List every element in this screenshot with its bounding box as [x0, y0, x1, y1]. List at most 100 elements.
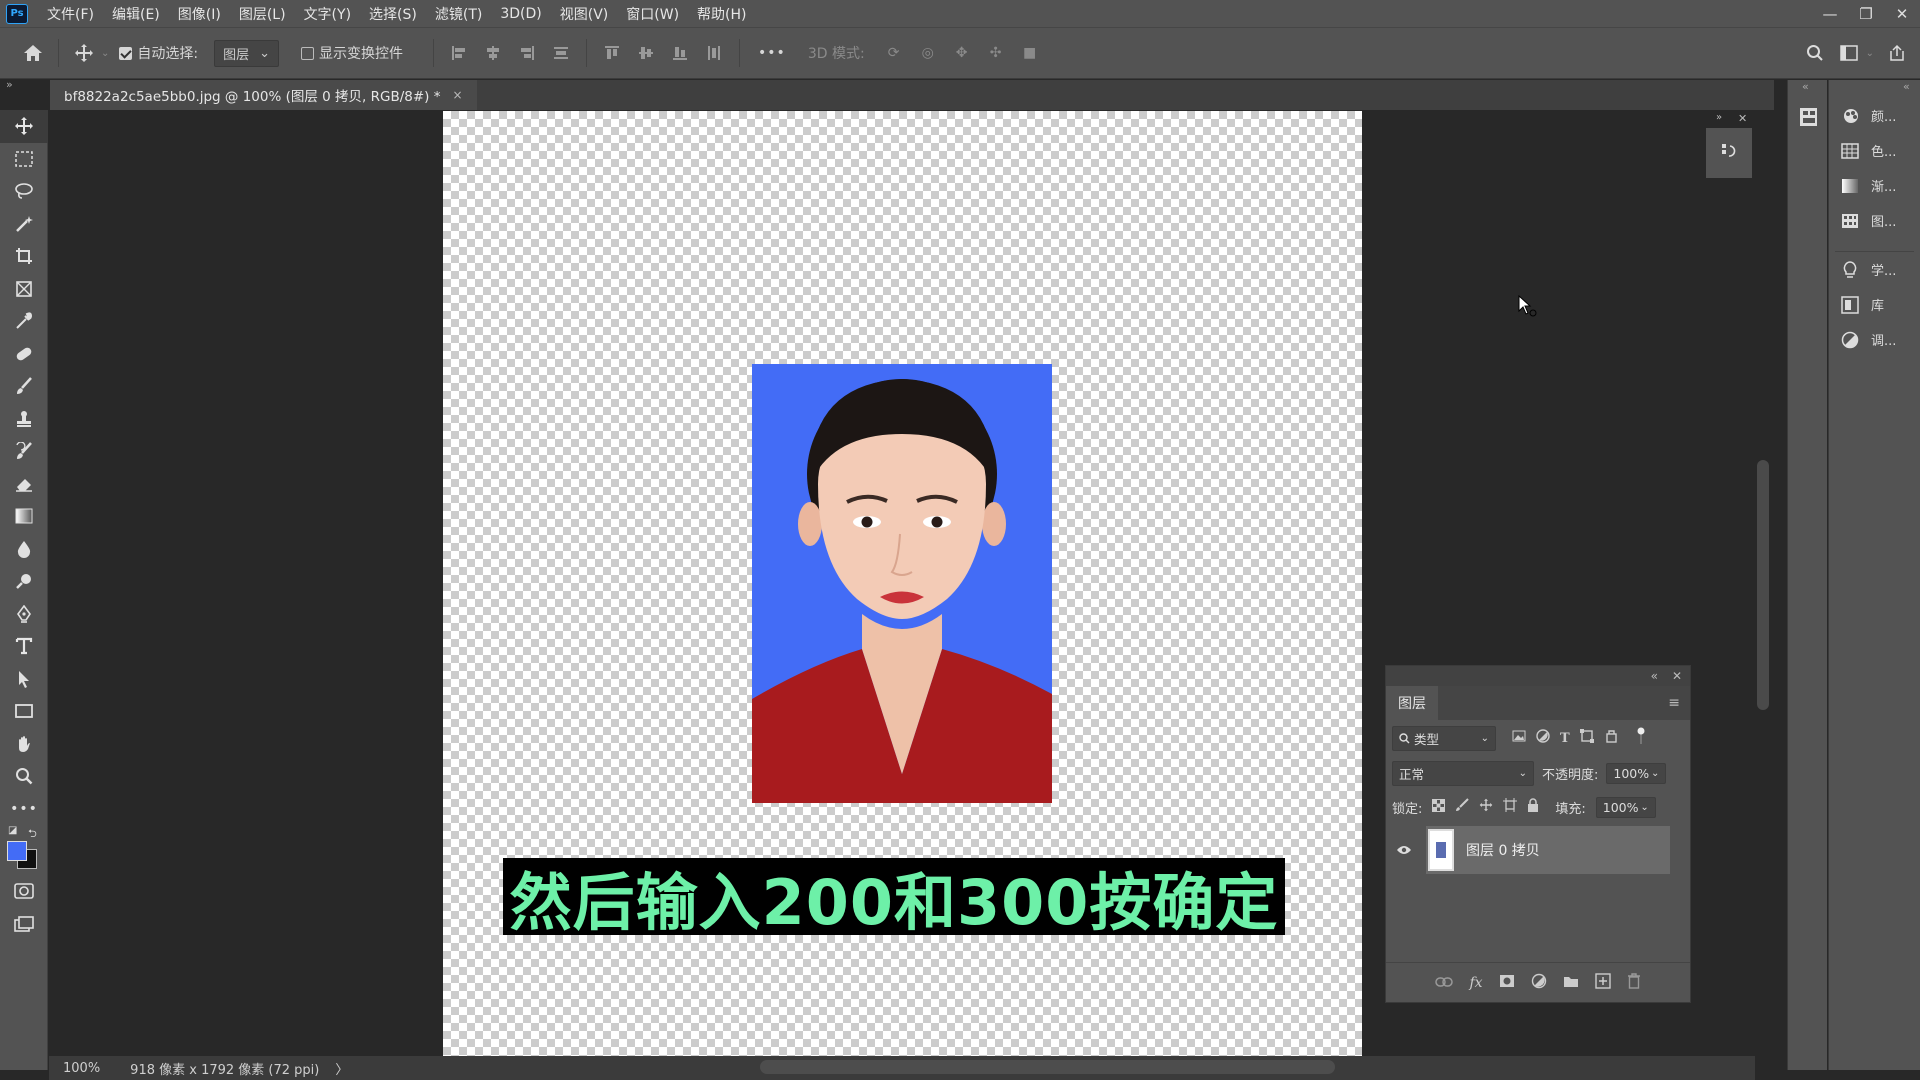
align-right-icon[interactable] [514, 40, 540, 66]
swap-colors-icon[interactable]: ⮌ [28, 825, 37, 844]
menu-edit[interactable]: 编辑(E) [103, 4, 169, 24]
brush-tool[interactable] [0, 370, 48, 403]
lock-artboard-icon[interactable] [1503, 798, 1518, 816]
marquee-tool[interactable] [0, 143, 48, 176]
healing-brush-tool[interactable] [0, 338, 48, 371]
filter-adjustment-icon[interactable] [1536, 729, 1550, 747]
lock-pixels-icon[interactable] [1455, 798, 1470, 816]
zoom-tool[interactable] [0, 760, 48, 793]
eyedropper-tool[interactable] [0, 305, 48, 338]
menu-select[interactable]: 选择(S) [360, 4, 426, 24]
type-tool[interactable] [0, 630, 48, 663]
pen-tool[interactable] [0, 598, 48, 631]
layer-row[interactable]: 图层 0 拷贝 [1426, 826, 1670, 874]
link-layers-icon[interactable] [1435, 975, 1454, 991]
edit-toolbar-icon[interactable]: ••• [0, 793, 48, 826]
auto-select-checkbox[interactable] [119, 45, 137, 61]
panel-libraries[interactable]: 库 [1829, 287, 1920, 322]
menu-3d[interactable]: 3D(D) [491, 6, 550, 22]
frame-tool[interactable] [0, 273, 48, 306]
menu-filter[interactable]: 滤镜(T) [426, 4, 491, 24]
home-icon[interactable] [20, 40, 46, 66]
delete-layer-icon[interactable] [1627, 972, 1641, 993]
move-tool-icon[interactable] [71, 40, 97, 66]
align-top-icon[interactable] [599, 40, 625, 66]
screen-mode-icon[interactable] [0, 908, 48, 941]
quick-mask-icon[interactable] [0, 875, 48, 908]
menu-window[interactable]: 窗口(W) [617, 4, 688, 24]
filter-shape-icon[interactable] [1579, 729, 1594, 747]
path-selection-tool[interactable] [0, 663, 48, 696]
lasso-tool[interactable] [0, 175, 48, 208]
collapse-toolbar-icon[interactable]: » [6, 78, 13, 91]
minimize-button[interactable]: — [1812, 0, 1848, 27]
adjustment-layer-icon[interactable] [1531, 973, 1547, 993]
collapse-dock-icon[interactable]: « [1903, 80, 1910, 93]
panel-menu-icon[interactable]: ≡ [1668, 695, 1680, 711]
panel-learn[interactable]: 学... [1829, 252, 1920, 287]
status-menu-arrow[interactable]: 〉 [335, 1059, 348, 1078]
hand-tool[interactable] [0, 728, 48, 761]
dodge-tool[interactable] [0, 565, 48, 598]
lock-position-icon[interactable] [1479, 798, 1493, 816]
panel-color[interactable]: 颜... [1829, 98, 1920, 133]
document-tab[interactable]: bf8822a2c5ae5bb0.jpg @ 100% (图层 0 拷贝, RG… [50, 80, 477, 110]
close-tab-button[interactable]: × [452, 88, 462, 102]
vertical-scrollbar[interactable] [1757, 460, 1769, 710]
new-group-icon[interactable] [1563, 974, 1579, 992]
collapse-panel-icon[interactable]: « [1651, 669, 1658, 683]
share-icon[interactable] [1884, 40, 1910, 66]
filter-toggle-icon[interactable] [1636, 727, 1646, 749]
opacity-field[interactable]: 100% ⌄ [1606, 762, 1667, 784]
blur-tool[interactable] [0, 533, 48, 566]
menu-file[interactable]: 文件(F) [38, 4, 103, 24]
gradient-tool[interactable] [0, 500, 48, 533]
show-transform-checkbox[interactable] [301, 45, 319, 61]
blend-mode-dropdown[interactable]: 正常 ⌄ [1392, 760, 1534, 786]
clone-stamp-tool[interactable] [0, 403, 48, 436]
menu-image[interactable]: 图像(I) [169, 4, 230, 24]
panel-adjustments[interactable]: 调... [1829, 322, 1920, 357]
menu-layer[interactable]: 图层(L) [230, 4, 295, 24]
horizontal-scrollbar[interactable] [760, 1060, 1335, 1074]
close-layers-panel-button[interactable]: ✕ [1672, 669, 1682, 683]
tab-layers[interactable]: 图层 [1386, 686, 1438, 720]
new-layer-icon[interactable] [1594, 972, 1611, 993]
chevron-down-icon[interactable]: ⌄ [1866, 48, 1874, 59]
filter-pixel-icon[interactable] [1512, 730, 1526, 746]
crop-tool[interactable] [0, 240, 48, 273]
chevron-down-icon[interactable]: ⌄ [101, 48, 109, 59]
menu-view[interactable]: 视图(V) [551, 4, 618, 24]
move-tool[interactable] [0, 110, 48, 143]
expand-panels-icon[interactable]: » [1716, 112, 1722, 123]
auto-select-dropdown[interactable]: 图层 ⌄ [214, 39, 280, 67]
distribute-vertical-icon[interactable] [701, 40, 727, 66]
lock-all-icon[interactable] [1527, 798, 1539, 816]
eye-icon[interactable] [1396, 841, 1412, 860]
foreground-color-swatch[interactable] [7, 841, 27, 861]
fill-field[interactable]: 100% ⌄ [1595, 796, 1656, 818]
align-bottom-icon[interactable] [667, 40, 693, 66]
more-options-button[interactable]: ••• [758, 45, 786, 61]
add-mask-icon[interactable] [1499, 974, 1515, 992]
properties-icon[interactable] [1799, 108, 1817, 126]
filter-type-icon[interactable]: T [1560, 731, 1570, 746]
zoom-level[interactable]: 100% [63, 1061, 100, 1076]
history-icon[interactable] [1720, 142, 1738, 160]
menu-help[interactable]: 帮助(H) [688, 4, 755, 24]
panel-swatches[interactable]: 色... [1829, 133, 1920, 168]
align-center-icon[interactable] [480, 40, 506, 66]
layer-filter-dropdown[interactable]: 类型 ⌄ [1392, 725, 1496, 751]
rectangle-tool[interactable] [0, 695, 48, 728]
history-brush-tool[interactable] [0, 435, 48, 468]
panel-gradients[interactable]: 渐... [1829, 168, 1920, 203]
align-middle-icon[interactable] [633, 40, 659, 66]
search-icon[interactable] [1802, 40, 1828, 66]
align-left-icon[interactable] [446, 40, 472, 66]
menu-type[interactable]: 文字(Y) [295, 4, 360, 24]
distribute-icon[interactable] [548, 40, 574, 66]
restore-button[interactable]: ❐ [1848, 0, 1884, 27]
magic-wand-tool[interactable] [0, 208, 48, 241]
layer-style-icon[interactable]: fx [1469, 975, 1482, 991]
panel-patterns[interactable]: 图... [1829, 203, 1920, 238]
